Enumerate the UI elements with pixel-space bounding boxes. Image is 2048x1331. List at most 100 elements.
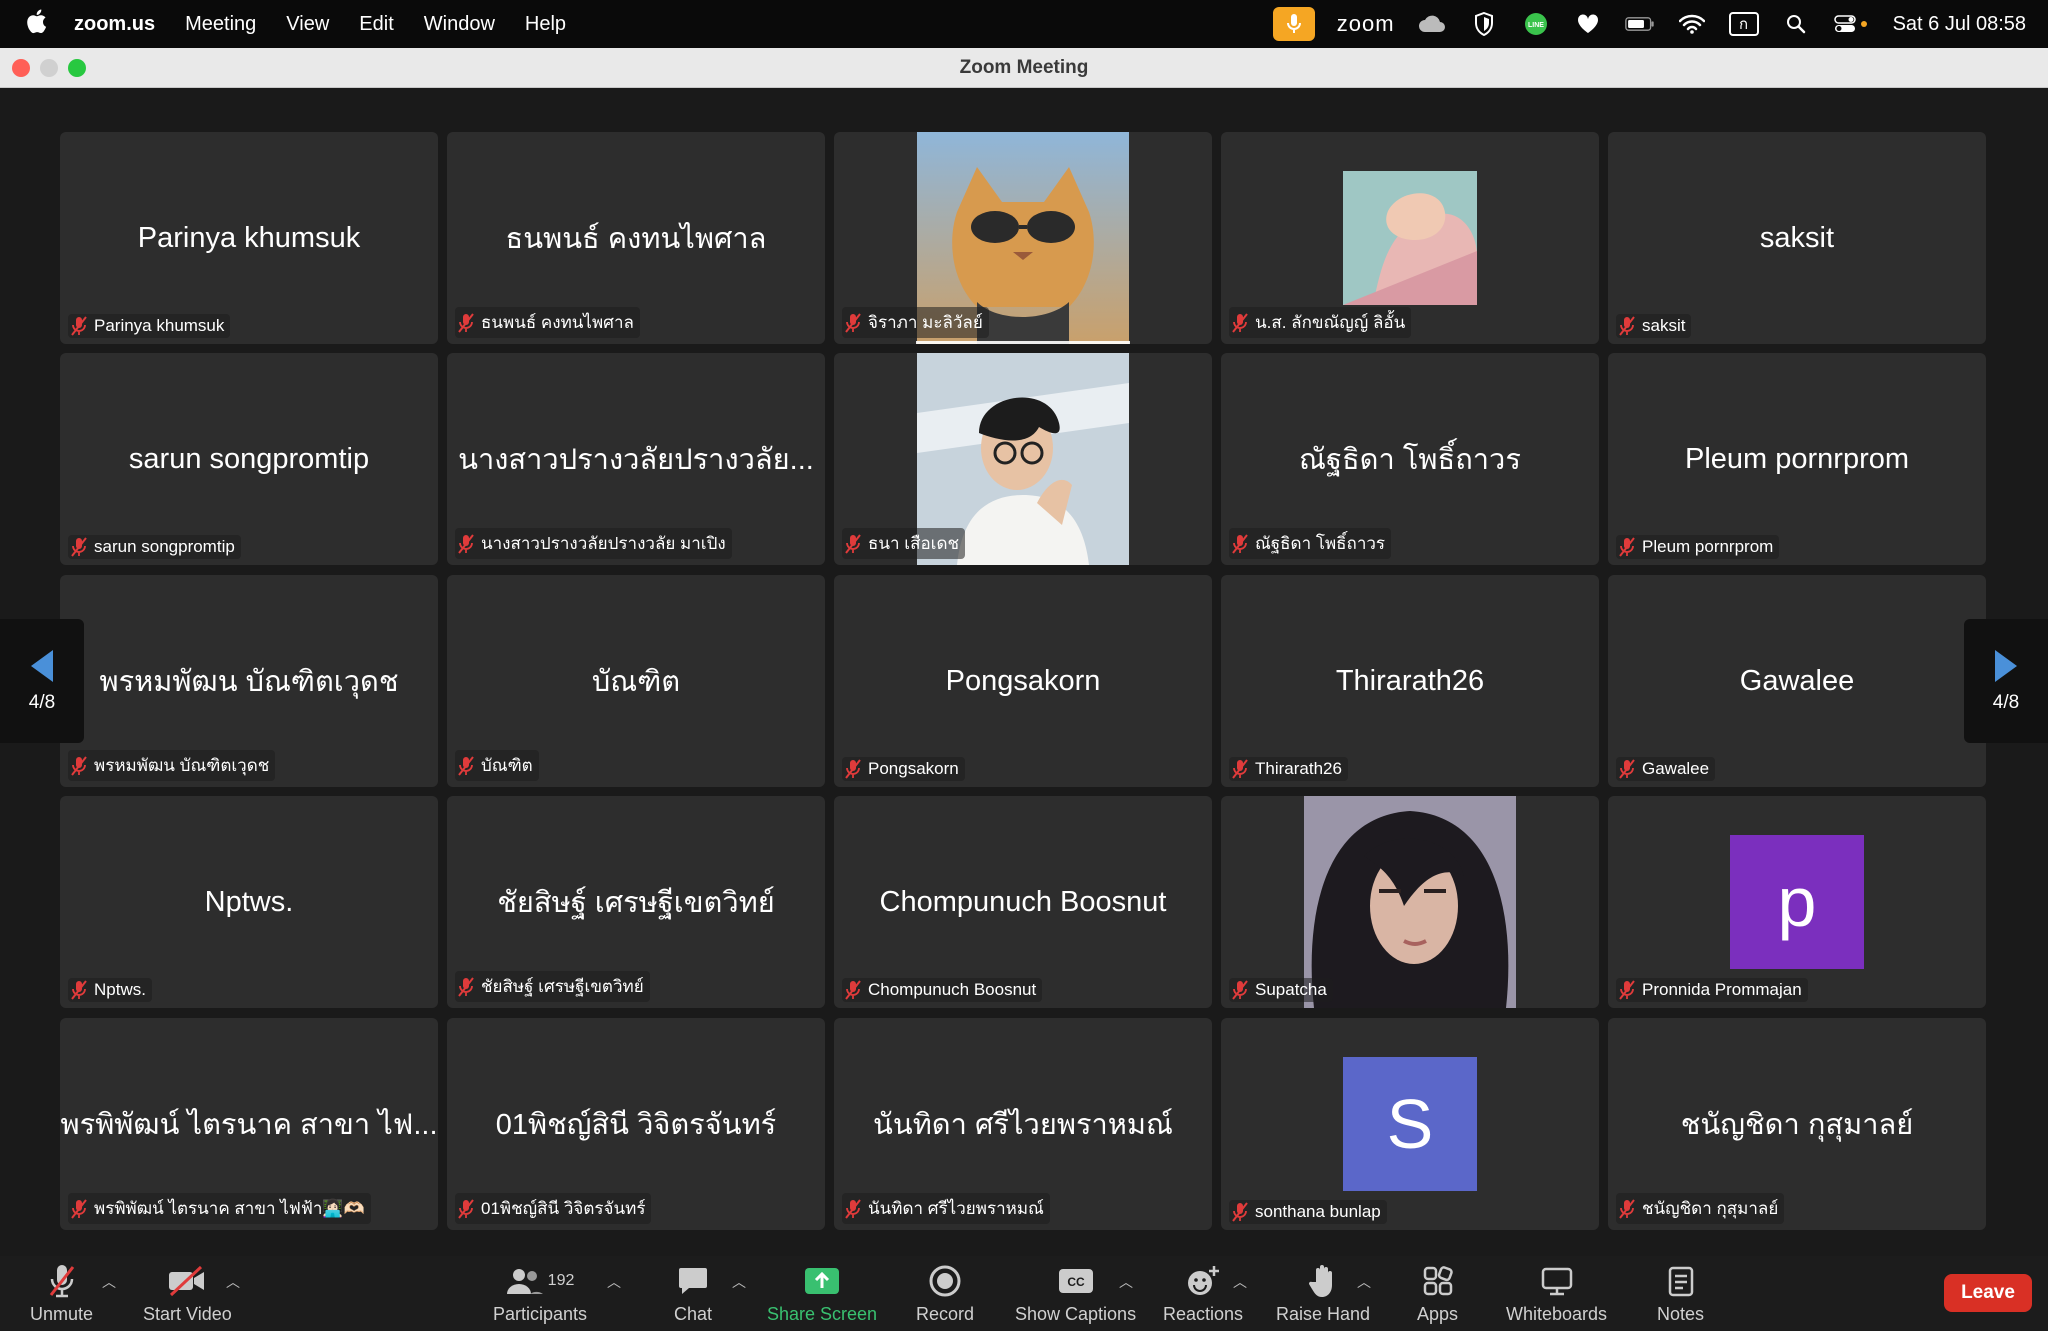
- window-minimize-button[interactable]: [40, 59, 58, 77]
- participant-tile[interactable]: Gawalee Gawalee: [1608, 575, 1986, 787]
- muted-mic-icon: [1232, 759, 1248, 779]
- participant-tile[interactable]: ธนา เสือเดช: [834, 353, 1212, 565]
- menu-app-name[interactable]: zoom.us: [74, 13, 155, 36]
- cloud-icon[interactable]: [1417, 11, 1447, 37]
- participant-tile[interactable]: ชัยสิษฐ์ เศรษฐีเขตวิทย์ ชัยสิษฐ์ เศรษฐีเข…: [447, 796, 825, 1008]
- participants-options-chevron-icon[interactable]: ︿: [607, 1272, 621, 1292]
- spotlight-search-icon[interactable]: [1781, 11, 1811, 37]
- reactions-button[interactable]: Reactions: [1163, 1262, 1243, 1325]
- previous-page-button[interactable]: 4/8: [0, 619, 84, 743]
- participant-tile[interactable]: ธนพนธ์ คงทนไพศาล ธนพนธ์ คงทนไพศาล: [447, 132, 825, 344]
- window-close-button[interactable]: [12, 59, 30, 77]
- participant-tile[interactable]: Chompunuch Boosnut Chompunuch Boosnut: [834, 796, 1212, 1008]
- participant-name-label: sarun songpromtip: [68, 535, 241, 559]
- notes-button[interactable]: Notes: [1657, 1262, 1704, 1325]
- participant-name-label: Pongsakorn: [842, 757, 965, 781]
- participant-name: ชนัญชิดา กุสุมาลย์: [1642, 1199, 1779, 1218]
- participant-name-label: ชนัญชิดา กุสุมาลย์: [1616, 1193, 1785, 1224]
- menu-meeting[interactable]: Meeting: [185, 13, 256, 36]
- share-screen-button[interactable]: Share Screen: [767, 1262, 877, 1325]
- participant-tile[interactable]: Nptws. Nptws.: [60, 796, 438, 1008]
- share-screen-label: Share Screen: [767, 1304, 878, 1324]
- participant-tile[interactable]: พรพิพัฒน์ ไตรนาค สาขา ไฟ... พรพิพัฒน์ ไตร…: [60, 1018, 438, 1230]
- participant-name: Pleum pornrprom: [1642, 537, 1774, 556]
- participant-name: sarun songpromtip: [94, 537, 235, 556]
- participant-tile[interactable]: นางสาวปรางวลัยปรางวลัย... นางสาวปรางวลัยป…: [447, 353, 825, 565]
- menu-edit[interactable]: Edit: [359, 13, 393, 36]
- menu-help[interactable]: Help: [525, 13, 566, 36]
- record-button[interactable]: Record: [916, 1262, 974, 1325]
- participant-tile[interactable]: p Pronnida Prommajan: [1608, 796, 1986, 1008]
- participants-label: Participants: [493, 1304, 588, 1324]
- wifi-icon[interactable]: [1677, 11, 1707, 37]
- mic-in-use-icon[interactable]: [1272, 7, 1315, 41]
- muted-mic-icon: [1232, 533, 1248, 554]
- chat-options-chevron-icon[interactable]: ︿: [732, 1272, 746, 1292]
- participant-tile[interactable]: saksit saksit: [1608, 132, 1986, 344]
- show-captions-label: Show Captions: [1015, 1304, 1137, 1324]
- raise-hand-button[interactable]: Raise Hand: [1276, 1262, 1370, 1325]
- participants-button[interactable]: 192 Participants: [493, 1262, 587, 1325]
- participant-name: พรหมพัฒน บัณฑิตเวุดช: [94, 756, 270, 775]
- muted-mic-icon: [845, 980, 861, 1000]
- participant-name: Pongsakorn: [868, 759, 959, 778]
- participant-tile[interactable]: Pongsakorn Pongsakorn: [834, 575, 1212, 787]
- control-center-icon[interactable]: [1833, 11, 1871, 37]
- page-indicator-left: 4/8: [28, 692, 56, 713]
- line-app-icon[interactable]: LINE: [1521, 11, 1551, 37]
- heart-icon[interactable]: [1573, 11, 1603, 37]
- participant-name-label: Pronnida Prommajan: [1616, 978, 1808, 1002]
- next-page-button[interactable]: 4/8: [1964, 619, 2048, 743]
- participant-name-label: ชัยสิษฐ์ เศรษฐีเขตวิทย์: [455, 971, 650, 1002]
- zoom-status-label[interactable]: zoom: [1337, 11, 1395, 37]
- menu-view[interactable]: View: [286, 13, 329, 36]
- participant-tile[interactable]: Pleum pornrprom Pleum pornrprom: [1608, 353, 1986, 565]
- participant-tile[interactable]: พรหมพัฒน บัณฑิตเวุดช พรหมพัฒน บัณฑิตเวุดช: [60, 575, 438, 787]
- avatar: S: [1343, 1057, 1477, 1191]
- macos-menu-bar: zoom.us Meeting View Edit Window Help zo…: [0, 0, 2048, 48]
- participant-tile[interactable]: น.ส. ลักขณัญญ์ ลิอั้น: [1221, 132, 1599, 344]
- participant-name-label: น.ส. ลักขณัญญ์ ลิอั้น: [1229, 307, 1412, 338]
- muted-mic-icon: [1232, 312, 1248, 333]
- audio-options-chevron-icon[interactable]: ︿: [102, 1272, 116, 1292]
- menu-window[interactable]: Window: [424, 13, 495, 36]
- participant-tile[interactable]: Supatcha: [1221, 796, 1599, 1008]
- leave-button[interactable]: Leave: [1944, 1274, 2032, 1312]
- reactions-options-chevron-icon[interactable]: ︿: [1233, 1272, 1247, 1292]
- participant-name: Nptws.: [94, 980, 146, 999]
- apple-icon[interactable]: [0, 8, 74, 41]
- participant-tile[interactable]: นันทิดา ศรีไวยพราหมณ์ นันทิดา ศรีไวยพราหม…: [834, 1018, 1212, 1230]
- video-options-chevron-icon[interactable]: ︿: [226, 1272, 240, 1292]
- participant-tile[interactable]: Thirarath26 Thirarath26: [1221, 575, 1599, 787]
- participant-tile[interactable]: 01พิชญ์สินี วิจิตรจันทร์ 01พิชญ์สินี วิจิ…: [447, 1018, 825, 1230]
- input-source-icon[interactable]: ก: [1728, 12, 1759, 36]
- participant-tile[interactable]: จิราภา มะลิวัลย์: [834, 132, 1212, 344]
- participant-tile[interactable]: ชนัญชิดา กุสุมาลย์ ชนัญชิดา กุสุมาลย์: [1608, 1018, 1986, 1230]
- unmute-button[interactable]: Unmute: [30, 1262, 93, 1325]
- whiteboards-button[interactable]: Whiteboards: [1506, 1262, 1607, 1325]
- participant-tile[interactable]: บัณฑิต บัณฑิต: [447, 575, 825, 787]
- apps-button[interactable]: Apps: [1417, 1262, 1458, 1325]
- show-captions-button[interactable]: CC Show Captions: [1015, 1262, 1136, 1325]
- closed-captions-icon: CC: [1058, 1262, 1094, 1300]
- start-video-label: Start Video: [143, 1304, 232, 1324]
- participant-tile[interactable]: sarun songpromtip sarun songpromtip: [60, 353, 438, 565]
- participant-name-label: พรพิพัฒน์ ไตรนาค สาขา ไฟฟ้า👩🏻‍💻🫶🏻: [68, 1193, 371, 1224]
- start-video-button[interactable]: Start Video: [143, 1262, 232, 1325]
- muted-mic-icon: [47, 1262, 77, 1300]
- participant-tile[interactable]: ณัฐธิดา โพธิ์ถาวร ณัฐธิดา โพธิ์ถาวร: [1221, 353, 1599, 565]
- window-zoom-button[interactable]: [68, 59, 86, 77]
- chat-button[interactable]: Chat: [674, 1262, 712, 1325]
- participant-name: Pronnida Prommajan: [1642, 980, 1802, 999]
- menubar-clock[interactable]: Sat 6 Jul 08:58: [1893, 13, 2026, 36]
- muted-mic-icon: [71, 537, 87, 557]
- captions-options-chevron-icon[interactable]: ︿: [1119, 1272, 1133, 1292]
- battery-icon[interactable]: [1624, 11, 1655, 37]
- raise-hand-options-chevron-icon[interactable]: ︿: [1357, 1272, 1371, 1292]
- shield-icon[interactable]: [1469, 11, 1499, 37]
- participant-tile[interactable]: Parinya khumsuk Parinya khumsuk: [60, 132, 438, 344]
- muted-mic-icon: [1619, 1198, 1635, 1219]
- smiley-add-icon: [1186, 1262, 1220, 1300]
- participant-display-name: Chompunuch Boosnut: [879, 885, 1167, 918]
- participant-tile[interactable]: Ssonthana bunlap: [1221, 1018, 1599, 1230]
